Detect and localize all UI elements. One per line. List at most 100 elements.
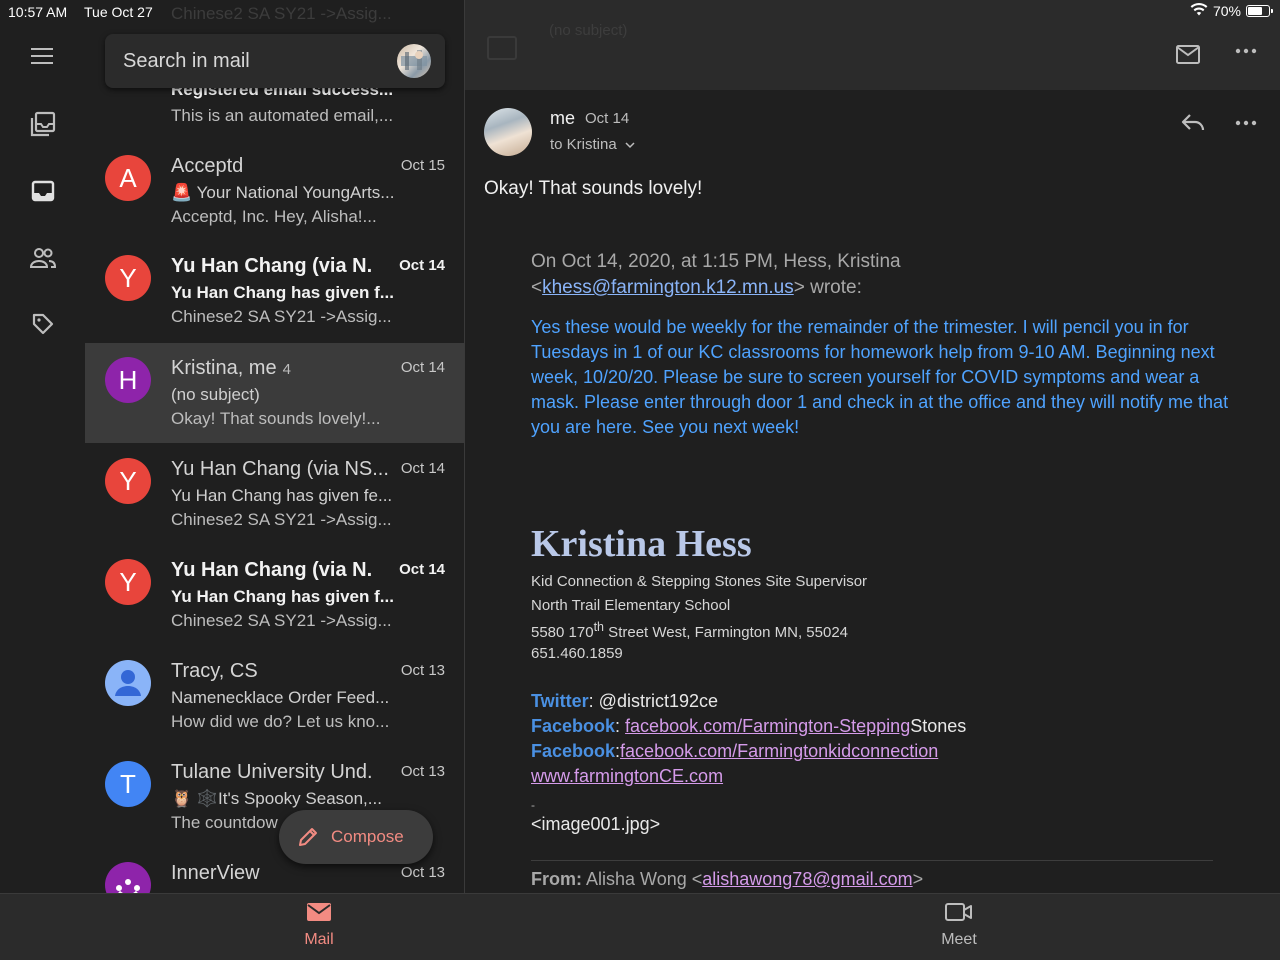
signature-links: Twitter: @district192ce Facebook: facebo… [531,691,967,786]
avatar: Y [105,458,151,504]
avatar: Y [105,559,151,605]
list-item[interactable]: Y Yu Han Chang (via N. Oct 14 Yu Han Cha… [85,545,464,645]
signature-school: North Trail Elementary School [531,597,731,614]
quote-header: On Oct 14, 2020, at 1:15 PM, Hess, Krist… [531,251,901,298]
ghost-subject: (no subject) [549,22,628,39]
status-bar: 10:57 AM Tue Oct 27 70% [0,0,1280,24]
list-item[interactable]: Y Yu Han Chang (via NS... Oct 14 Yu Han … [85,444,464,544]
list-item-snippet: Chinese2 SA SY21 ->Assig... [171,307,392,326]
compose-label: Compose [331,827,404,846]
list-item-snippet: Acceptd, Inc. Hey, Alisha!... [171,207,377,226]
list-item-date: Oct 15 [400,157,445,174]
battery-percent: 70% [1212,3,1241,19]
list-item-date: Oct 14 [399,561,445,578]
list-item-sender: Kristina, me 4 [171,357,291,379]
person-icon [115,670,141,696]
list-item-date: Oct 13 [400,662,445,679]
more-options-icon[interactable] [1235,48,1257,54]
pencil-icon [297,826,319,853]
list-item-selected[interactable]: H Kristina, me 4 Oct 14 (no subject) Okay… [85,343,464,443]
list-item-subject: Namenecklace Order Feed... [171,688,390,707]
list-item-snippet: Chinese2 SA SY21 ->Assig... [171,611,392,630]
list-item-sender: Yu Han Chang (via N. [171,255,373,277]
list-item[interactable]: A Acceptd Oct 15 🚨 Your National YoungAr… [85,141,464,241]
list-item-subject: 🚨 Your National YoungArts... [171,183,395,202]
avatar: H [105,357,151,403]
sender-name: me [550,108,576,128]
list-item-subject: Yu Han Chang has given fe... [171,486,393,505]
reply-icon[interactable] [1181,112,1205,132]
list-item-date: Oct 13 [400,763,445,780]
quoted-from: From: Alisha Wong <alishawong78@gmail.co… [531,869,924,889]
wifi-icon [1190,3,1208,19]
list-item[interactable]: Tracy, CS Oct 13 Namenecklace Order Feed… [85,646,464,746]
search-bar[interactable]: Search in mail [105,34,445,88]
message-date: Oct 14 [585,110,630,127]
quote-email-link[interactable]: khess@farmington.k12.mn.us [542,277,794,298]
quoted-from-email[interactable]: alishawong78@gmail.com [702,869,912,889]
mark-unread-icon[interactable] [1175,44,1201,66]
ghost-back-icon [487,36,517,60]
gmail-app: 10:57 AM Tue Oct 27 70% Chinese2 SA SY21 [0,0,1280,960]
quote-divider [531,860,1213,861]
list-item-snippet: The countdow [171,813,278,832]
list-item[interactable]: Y Yu Han Chang (via N. Oct 14 Yu Han Cha… [85,241,464,341]
signature-address: 5580 170th Street West, Farmington MN, 5… [531,620,849,641]
signature-name: Kristina Hess [531,523,752,565]
signature-phone: 651.460.1859 [531,645,623,662]
inbox-icon[interactable] [27,175,59,207]
compose-button[interactable]: Compose [279,810,433,864]
innerview-logo-icon [116,879,140,893]
mail-icon [307,903,331,921]
list-item-sender: Tracy, CS [171,660,258,682]
contacts-icon[interactable] [27,242,59,274]
list-item-sender: Tulane University Und. [171,761,373,783]
list-item-date: Oct 14 [400,460,445,477]
avatar: T [105,761,151,807]
tab-mail[interactable]: Mail [279,902,359,949]
battery-icon [1246,5,1273,17]
separator-dash: - [531,798,535,812]
bottom-nav: Mail Meet [0,893,1280,960]
facebook-link-2[interactable]: facebook.com/Farmingtonkidconnection [620,741,938,761]
list-item-subject: (no subject) [171,385,260,404]
list-item-snippet: Okay! That sounds lovely!... [171,409,381,428]
reading-pane: (no subject) me Oct 14 to Kristina Okay!… [465,0,1280,893]
list-item-sender: Yu Han Chang (via NS... [171,458,389,480]
thread-count: 4 [282,361,291,378]
menu-icon[interactable] [27,40,59,72]
quote-body: Yes these would be weekly for the remain… [531,317,1229,437]
list-item-sender: Yu Han Chang (via N. [171,559,373,581]
avatar: A [105,155,151,201]
message-body: Okay! That sounds lovely! [484,178,703,199]
list-item-sender: InnerView [171,862,260,884]
video-camera-icon [945,903,972,921]
message-more-icon[interactable] [1235,120,1257,126]
list-item-snippet: Chinese2 SA SY21 ->Assig... [171,510,392,529]
search-input[interactable]: Search in mail [123,50,250,73]
list-item-subject: Yu Han Chang has given f... [171,587,394,606]
recipients-toggle[interactable]: to Kristina [550,136,635,153]
signature-title: Kid Connection & Stepping Stones Site Su… [531,573,868,590]
list-item-snippet: How did we do? Let us kno... [171,712,390,731]
status-date: Tue Oct 27 [84,4,153,20]
label-tag-icon[interactable] [27,308,59,340]
website-link[interactable]: www.farmingtonCE.com [531,766,723,786]
chevron-down-icon [625,142,635,149]
tab-meet[interactable]: Meet [919,902,999,949]
list-item-date: Oct 14 [399,257,445,274]
all-inboxes-icon[interactable] [27,108,59,140]
avatar [105,660,151,706]
list-item-subject: 🦉 🕸️It's Spooky Season,... [171,789,382,808]
facebook-link-1[interactable]: facebook.com/Farmington-Stepping [625,716,910,736]
nav-rail [0,0,85,893]
sender-avatar [484,108,532,156]
quoted-message: On Oct 14, 2020, at 1:15 PM, Hess, Krist… [531,249,1231,440]
avatar: Y [105,255,151,301]
list-item-snippet: This is an automated email,... [171,106,394,125]
account-avatar[interactable] [397,44,431,78]
list-item-date: Oct 13 [400,864,445,881]
image-placeholder: <image001.jpg> [531,814,661,834]
status-time: 10:57 AM [8,4,68,20]
list-item-sender: Acceptd [171,155,244,177]
